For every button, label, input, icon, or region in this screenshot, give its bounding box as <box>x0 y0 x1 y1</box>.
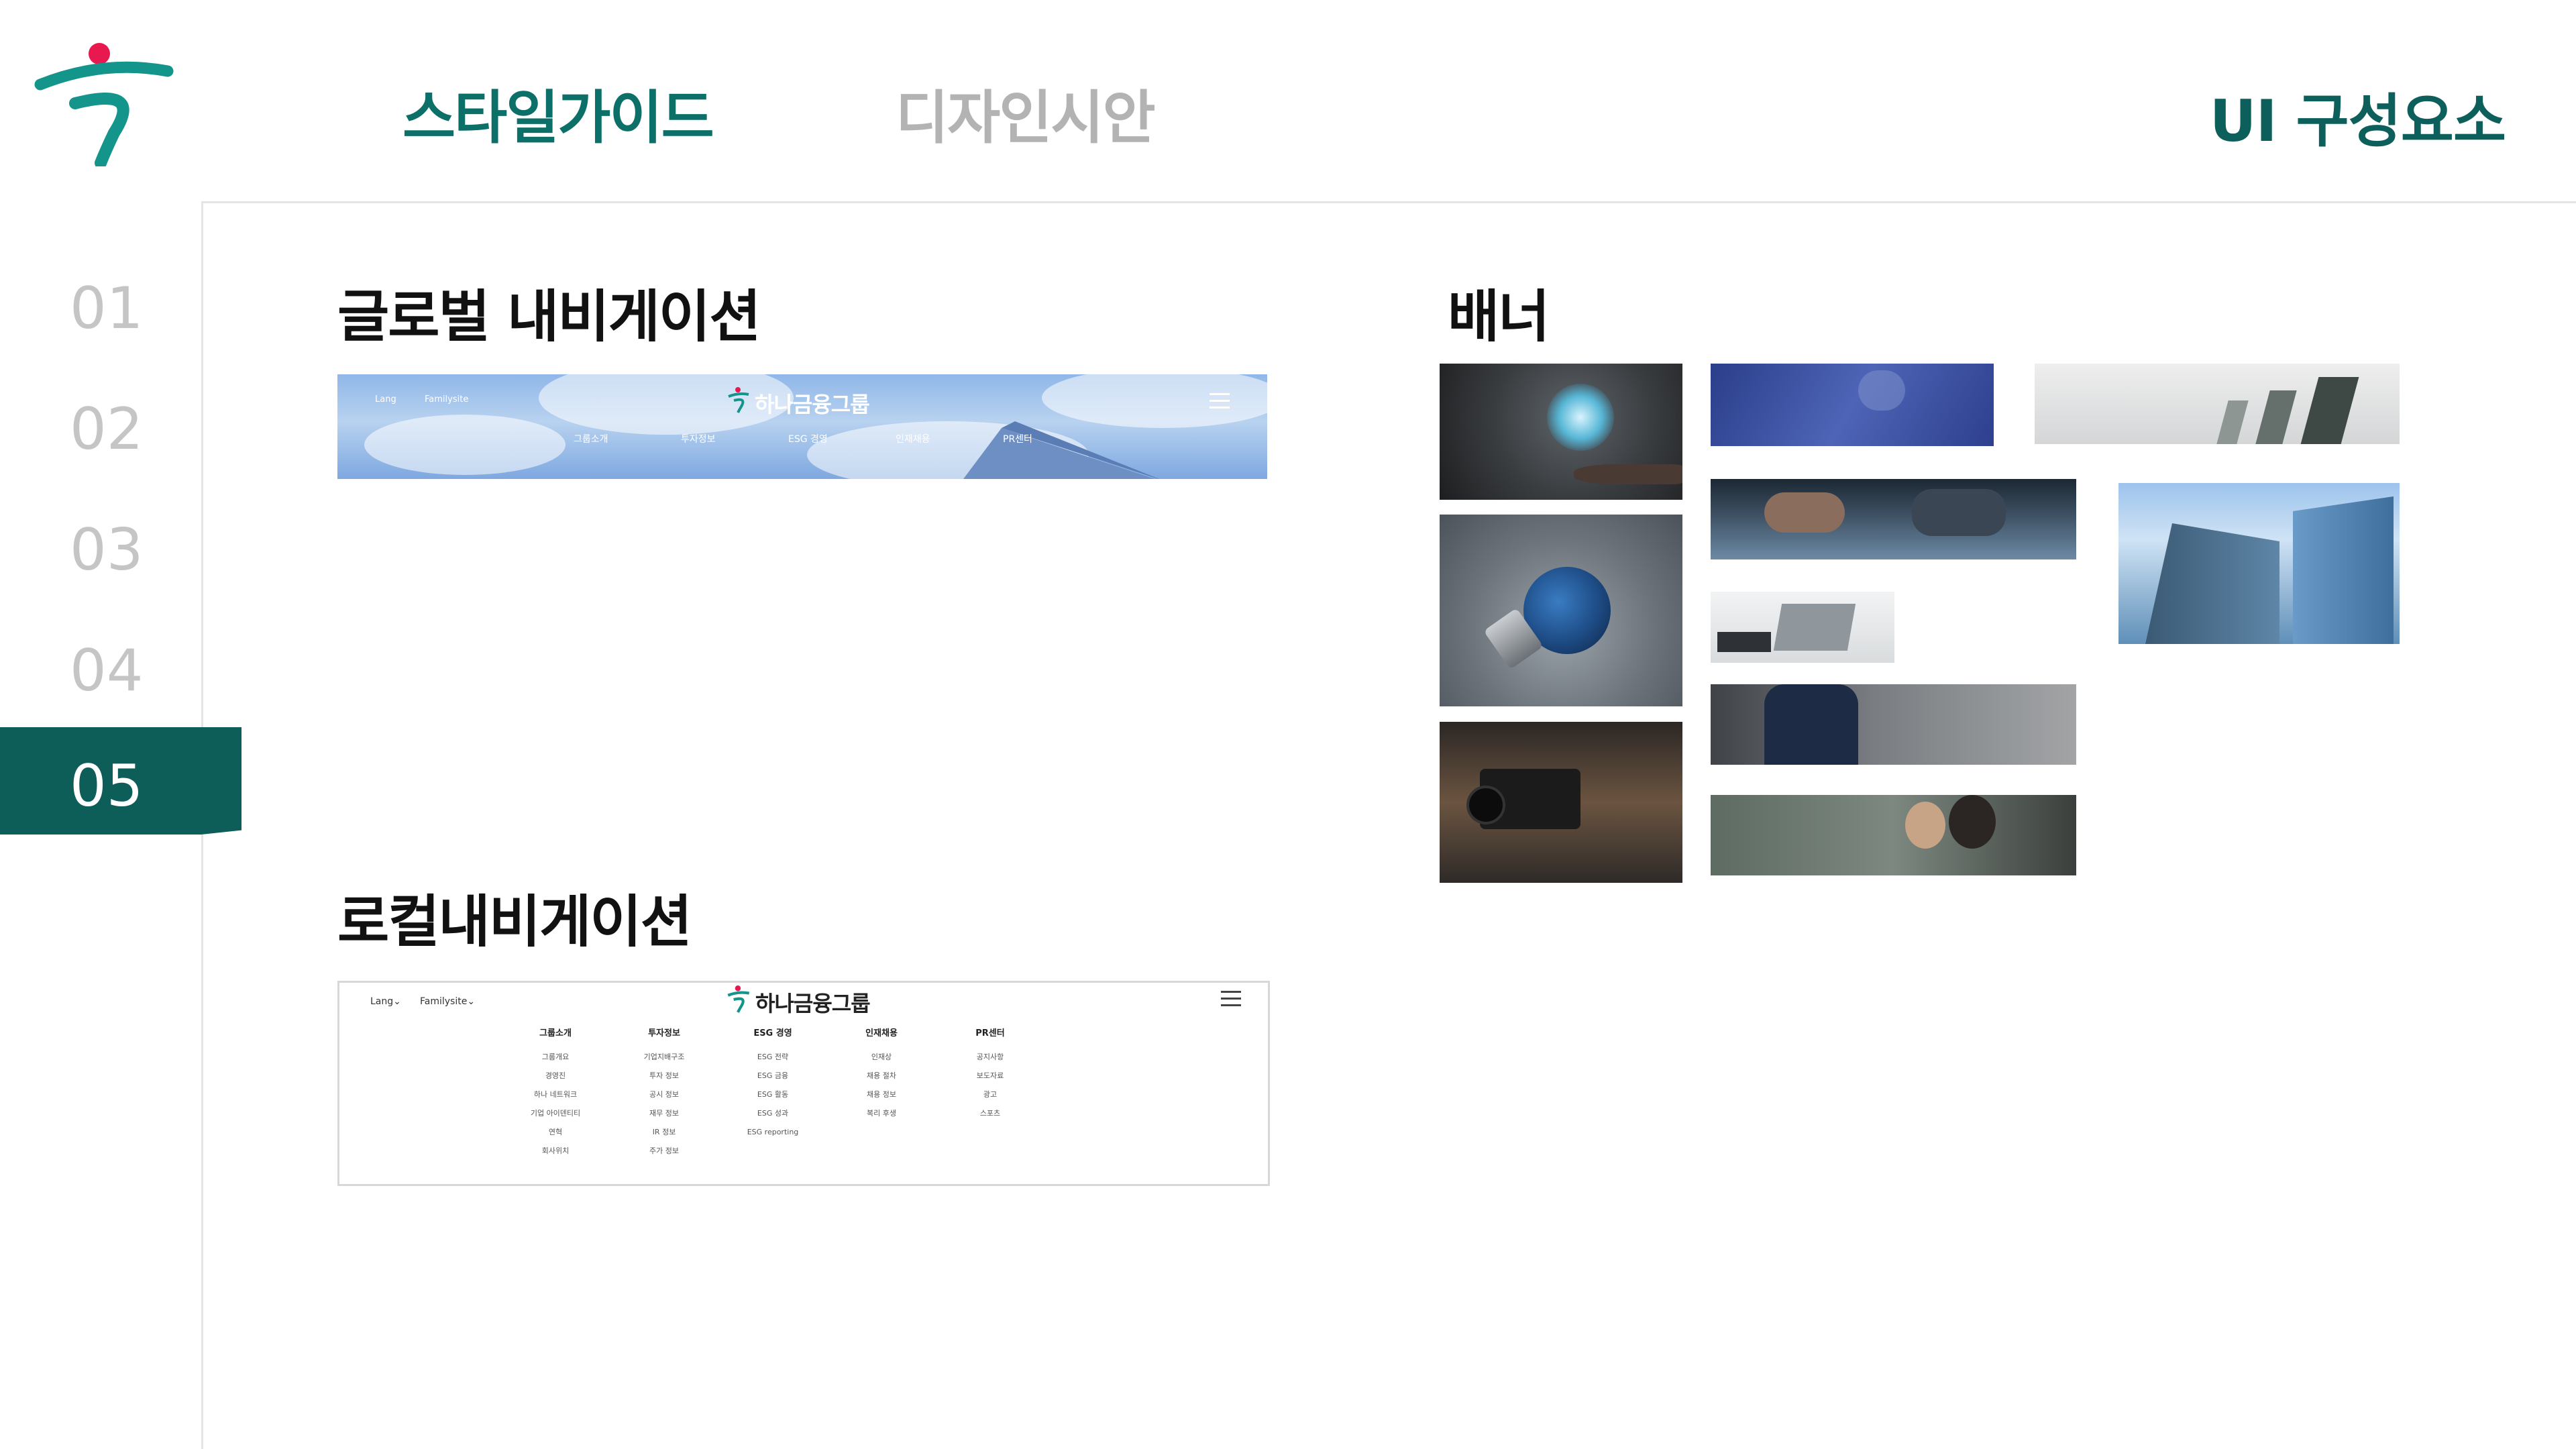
lnb-link[interactable]: 공시 정보 <box>624 1085 704 1104</box>
lnb-link[interactable]: 채용 절차 <box>841 1067 922 1085</box>
side-number-05-label: 05 <box>70 753 144 820</box>
banner-image-digital-touch <box>1711 364 1994 446</box>
lnb-link[interactable]: ESG reporting <box>733 1123 813 1142</box>
banner-image-globe-hand <box>1440 364 1682 500</box>
side-number-04[interactable]: 04 <box>70 637 143 704</box>
nav-design-draft[interactable]: 디자인시안 <box>896 70 1156 154</box>
lnb-column-heading[interactable]: 투자정보 <box>624 1026 704 1038</box>
lnb-link[interactable]: 회사위치 <box>515 1142 596 1161</box>
banner-image-skyscraper <box>2118 483 2400 644</box>
lnb-column-heading[interactable]: ESG 경영 <box>733 1026 813 1038</box>
banner-image-conference-chairs <box>2035 364 2400 444</box>
lnb-column: ESG 경영 ESG 전략 ESG 금융 ESG 활동 ESG 성과 ESG r… <box>733 1026 813 1142</box>
lnb-link[interactable]: ESG 금융 <box>733 1067 813 1085</box>
side-number-03[interactable]: 03 <box>70 517 143 584</box>
lnb-link[interactable]: 채용 정보 <box>841 1085 922 1104</box>
lnb-lang[interactable]: Lang⌄ <box>370 996 401 1007</box>
banner-image-camera-crowd <box>1440 722 1682 883</box>
lnb-link[interactable]: 주가 정보 <box>624 1142 704 1161</box>
lnb-column: 인재채용 인재상 채용 절차 채용 정보 복리 후생 <box>841 1026 922 1123</box>
gnb-familysite[interactable]: Familysite <box>425 394 468 405</box>
lnb-link[interactable]: 기업 아이덴티티 <box>515 1104 596 1123</box>
banner-image-earth-bulb <box>1440 515 1682 706</box>
gnb-menu-item[interactable]: ESG 경영 <box>788 432 828 445</box>
gnb-menu-item[interactable]: 투자정보 <box>681 432 716 445</box>
lnb-link[interactable]: 인재상 <box>841 1048 922 1067</box>
lnb-link[interactable]: 복리 후생 <box>841 1104 922 1123</box>
lnb-column-heading[interactable]: PR센터 <box>950 1026 1030 1038</box>
banner-image-businessman <box>1711 684 2076 765</box>
global-nav-preview: Lang Familysite 하나금융그룹 그룹소개 투자정보 ESG 경영 … <box>337 374 1267 479</box>
lnb-link[interactable]: ESG 전략 <box>733 1048 813 1067</box>
lnb-column-heading[interactable]: 인재채용 <box>841 1026 922 1038</box>
lnb-link[interactable]: IR 정보 <box>624 1123 704 1142</box>
lnb-link[interactable]: 투자 정보 <box>624 1067 704 1085</box>
section-title-banner: 배너 <box>1448 284 1550 350</box>
lnb-brand-name: 하나금융그룹 <box>755 991 871 1016</box>
building-graphic-icon <box>963 421 1159 479</box>
side-number-05-active[interactable]: 05 <box>0 727 241 835</box>
section-title-global-nav: 글로벌 내비게이션 <box>337 284 761 350</box>
lnb-link[interactable]: 스포츠 <box>950 1104 1030 1123</box>
side-number-01[interactable]: 01 <box>70 275 143 342</box>
gnb-menu-item[interactable]: PR센터 <box>1003 432 1032 445</box>
page-heading: UI 구성요소 <box>2209 88 2506 155</box>
lnb-column-heading[interactable]: 그룹소개 <box>515 1026 596 1038</box>
nav-style-guide[interactable]: 스타일가이드 <box>402 70 714 154</box>
lnb-column: 그룹소개 그룹개요 경영진 하나 네트워크 기업 아이덴티티 연혁 회사위치 <box>515 1026 596 1161</box>
side-number-02[interactable]: 02 <box>70 396 143 463</box>
lnb-link[interactable]: ESG 활동 <box>733 1085 813 1104</box>
lnb-link[interactable]: 광고 <box>950 1085 1030 1104</box>
lnb-link[interactable]: 재무 정보 <box>624 1104 704 1123</box>
section-title-local-nav: 로컬내비게이션 <box>337 889 692 955</box>
lnb-link[interactable]: 공지사항 <box>950 1048 1030 1067</box>
gnb-menu-item[interactable]: 인재채용 <box>896 432 930 445</box>
lnb-column: PR센터 공지사항 보도자료 광고 스포츠 <box>950 1026 1030 1123</box>
banner-image-tablet <box>1711 592 1894 663</box>
lnb-link[interactable]: 보도자료 <box>950 1067 1030 1085</box>
lnb-link[interactable]: 그룹개요 <box>515 1048 596 1067</box>
banner-image-women-meeting <box>1711 795 2076 875</box>
lnb-link[interactable]: ESG 성과 <box>733 1104 813 1123</box>
header-divider <box>201 201 2576 203</box>
banner-image-meeting-hands <box>1711 479 2076 559</box>
lnb-link[interactable]: 하나 네트워크 <box>515 1085 596 1104</box>
lnb-link[interactable]: 연혁 <box>515 1123 596 1142</box>
lnb-link[interactable]: 경영진 <box>515 1067 596 1085</box>
gnb-menu-item[interactable]: 그룹소개 <box>574 432 608 445</box>
lnb-column: 투자정보 기업지배구조 투자 정보 공시 정보 재무 정보 IR 정보 주가 정… <box>624 1026 704 1161</box>
hana-logo-icon <box>34 43 174 166</box>
local-nav-preview: Lang⌄ Familysite⌄ 하나금융그룹 그룹소개 그룹개요 경영진 하… <box>337 981 1270 1186</box>
gnb-brand-name: 하나금융그룹 <box>755 392 870 417</box>
gnb-brand-logo-icon <box>728 387 749 413</box>
lnb-link[interactable]: 기업지배구조 <box>624 1048 704 1067</box>
gnb-lang[interactable]: Lang <box>375 394 396 405</box>
lnb-familysite[interactable]: Familysite⌄ <box>420 996 475 1007</box>
lnb-brand-logo-icon <box>727 985 750 1013</box>
